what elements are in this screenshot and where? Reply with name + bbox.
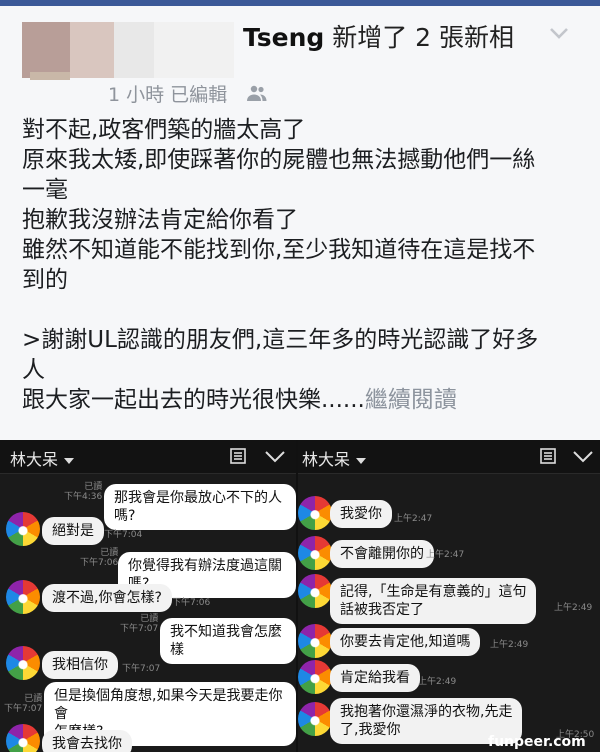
avatar[interactable] <box>6 580 40 614</box>
avatar[interactable] <box>298 660 332 694</box>
post-line: >謝謝UL認識的朋友們,這三年多的時光認識了好多 <box>22 327 539 353</box>
message-timestamp: 下午7:04 <box>104 530 143 540</box>
read-more-link[interactable]: 繼續閱讀 <box>365 387 457 413</box>
post-line: 到的 <box>22 267 68 293</box>
post-action: 新增了 2 張新相 <box>332 23 515 52</box>
message-bubble-received[interactable]: 絕對是 <box>42 517 104 545</box>
chevron-down-icon[interactable] <box>548 22 570 44</box>
message-timestamp: 已讀 下午4:36 <box>64 482 103 502</box>
avatar[interactable] <box>6 512 40 546</box>
post-last-line: 跟大家一起出去的時光很快樂......繼續閱讀 <box>22 385 582 415</box>
message-timestamp: 上午2:47 <box>426 550 465 560</box>
message-bubble-received[interactable]: 肯定給我看 <box>330 664 420 692</box>
friends-icon <box>247 85 267 101</box>
message-bubble-received[interactable]: 我愛你 <box>330 500 392 528</box>
chat-header: 林大呆 <box>298 440 600 474</box>
chevron-down-icon[interactable] <box>264 448 286 464</box>
message-timestamp: 已讀 下午7:06 <box>80 548 119 568</box>
avatar[interactable] <box>298 536 332 570</box>
contact-name: 林大呆 <box>10 450 59 469</box>
contact-name: 林大呆 <box>302 450 351 469</box>
author-line: Tseng 新增了 2 張新相 <box>243 18 514 54</box>
post-line: 人 <box>22 357 45 383</box>
chat-title[interactable]: 林大呆 <box>302 446 367 470</box>
notes-icon[interactable] <box>540 448 556 464</box>
post-line: 對不起,政客們築的牆太高了 <box>22 117 306 143</box>
message-timestamp: 上午2:49 <box>418 677 457 687</box>
message-timestamp: 已讀 下午7:07 <box>4 694 43 714</box>
caret-down-icon <box>64 457 75 464</box>
message-timestamp: 已讀 下午7:07 <box>120 614 159 634</box>
post-line: 雖然不知道能不能找到你,至少我知道待在這是找不 <box>22 237 536 263</box>
message-timestamp: 下午7:07 <box>122 664 161 674</box>
top-bar <box>0 0 600 6</box>
message-timestamp: 上午2:49 <box>490 640 529 650</box>
post-blank-line <box>22 295 582 325</box>
blurred-name-2 <box>154 22 234 78</box>
chevron-down-icon[interactable] <box>572 448 594 464</box>
message-bubble-received[interactable]: 渡不過,你會怎樣? <box>42 584 172 612</box>
avatar[interactable] <box>6 646 40 680</box>
blurred-avatar[interactable] <box>22 22 70 78</box>
message-timestamp: 上午2:49 <box>554 603 593 613</box>
message-timestamp: 上午2:47 <box>394 514 433 524</box>
avatar[interactable] <box>298 624 332 658</box>
avatar[interactable] <box>6 724 40 752</box>
post-line: 抱歉我沒辦法肯定給你看了 <box>22 207 298 233</box>
caret-down-icon <box>356 457 367 464</box>
chat-screenshot-left: 林大呆 已讀 下午4:36 那我會是你最放心不下的人嗎? 絕對是 下午7:04 … <box>0 440 296 752</box>
message-bubble-received[interactable]: 記得,「生命是有意義的」這句 話被我否定了 <box>330 578 537 624</box>
chat-screenshot-right: 林大呆 我愛你 上午2:47 不會離開你的 上午2:47 記得,「生命是有意義的… <box>298 440 600 752</box>
avatar[interactable] <box>298 496 332 530</box>
message-bubble-sent[interactable]: 我不知道我會怎麼樣 <box>160 618 296 664</box>
chat-title[interactable]: 林大呆 <box>10 446 75 470</box>
post-meta[interactable]: 1 小時 已編輯 <box>108 80 227 107</box>
blurred-name <box>114 22 154 78</box>
avatar[interactable] <box>298 702 332 736</box>
facebook-post: Tseng 新增了 2 張新相 1 小時 已編輯 對不起,政客們築的牆太高了 原… <box>0 0 600 440</box>
post-body: 對不起,政客們築的牆太高了 原來我太矮,即使踩著你的屍體也無法撼動他們一絲 一毫… <box>22 115 582 415</box>
chat-header: 林大呆 <box>0 440 296 474</box>
message-bubble-received[interactable]: 我會去找你 <box>42 730 132 752</box>
notes-icon[interactable] <box>230 448 246 464</box>
post-line: 原來我太矮,即使踩著你的屍體也無法撼動他們一絲 <box>22 147 536 173</box>
post-line: 跟大家一起出去的時光很快樂...... <box>22 387 365 413</box>
blurred-avatar-2 <box>70 22 114 78</box>
watermark: funpeer.com <box>488 734 586 750</box>
author-name[interactable]: Tseng <box>243 23 324 52</box>
message-timestamp: 下午7:06 <box>172 598 211 608</box>
avatar[interactable] <box>298 574 332 608</box>
message-bubble-sent[interactable]: 那我會是你最放心不下的人嗎? <box>104 484 296 530</box>
blurred-strip <box>30 72 70 80</box>
message-bubble-received[interactable]: 我相信你 <box>42 651 118 679</box>
message-bubble-received[interactable]: 不會離開你的 <box>330 540 434 568</box>
message-bubble-received[interactable]: 你要去肯定他,知道嗎 <box>330 628 481 656</box>
post-line: 一毫 <box>22 177 68 203</box>
